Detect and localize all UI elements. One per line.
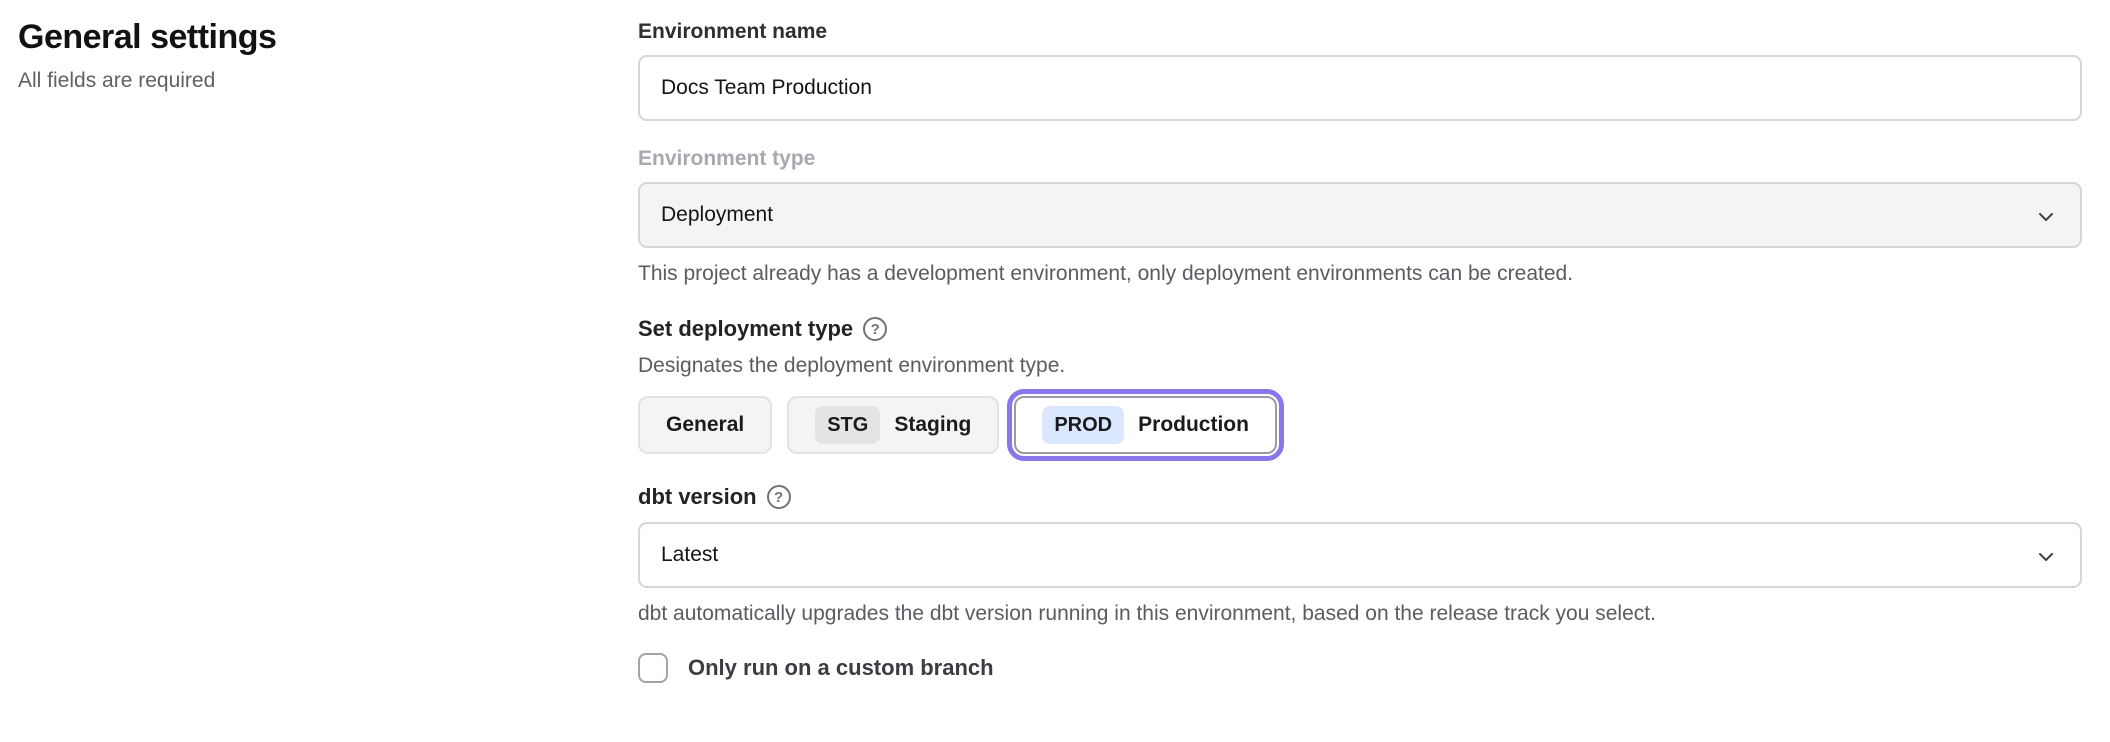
dbt-version-label: dbt version	[638, 484, 757, 510]
deployment-type-button-group: General STG Staging PROD Production	[638, 396, 2082, 454]
dbt-version-label-row: dbt version ?	[638, 484, 2082, 510]
production-badge: PROD	[1042, 406, 1124, 444]
dbt-version-field: dbt version ? Latest dbt automatically u…	[638, 484, 2082, 626]
deployment-type-production-button[interactable]: PROD Production	[1014, 396, 1277, 454]
environment-type-field: Environment type Deployment This project…	[638, 147, 2082, 286]
custom-branch-checkbox[interactable]	[638, 653, 668, 683]
environment-name-field: Environment name	[638, 20, 2082, 121]
staging-badge: STG	[815, 406, 880, 444]
environment-name-input[interactable]	[638, 55, 2082, 121]
general-settings-page: General settings All fields are required…	[0, 0, 2110, 742]
dbt-version-helper: dbt automatically upgrades the dbt versi…	[638, 602, 2082, 626]
deployment-type-staging-button[interactable]: STG Staging	[787, 396, 999, 454]
custom-branch-row: Only run on a custom branch	[638, 653, 2082, 683]
environment-type-selected-value: Deployment	[661, 203, 773, 227]
deployment-type-production-label: Production	[1138, 413, 1249, 437]
environment-type-select: Deployment	[638, 182, 2082, 248]
deployment-type-general-button[interactable]: General	[638, 396, 772, 454]
page-subtitle: All fields are required	[18, 69, 578, 93]
help-icon[interactable]: ?	[767, 485, 791, 509]
deployment-type-label-row: Set deployment type ?	[638, 316, 2082, 342]
environment-type-helper: This project already has a development e…	[638, 262, 2082, 286]
deployment-type-label: Set deployment type	[638, 316, 853, 342]
page-title: General settings	[18, 18, 578, 57]
environment-name-label: Environment name	[638, 20, 2082, 44]
environment-type-label: Environment type	[638, 147, 2082, 171]
deployment-type-field: Set deployment type ? Designates the dep…	[638, 316, 2082, 454]
dbt-version-selected-value: Latest	[661, 543, 718, 567]
deployment-type-staging-label: Staging	[894, 413, 971, 437]
settings-form: Environment name Environment type Deploy…	[638, 20, 2082, 683]
deployment-type-general-label: General	[666, 413, 744, 437]
deployment-type-description: Designates the deployment environment ty…	[638, 354, 2082, 378]
settings-header: General settings All fields are required	[18, 18, 578, 93]
chevron-down-icon	[2034, 545, 2058, 575]
help-icon[interactable]: ?	[863, 317, 887, 341]
dbt-version-select[interactable]: Latest	[638, 522, 2082, 588]
chevron-down-icon	[2034, 205, 2058, 235]
custom-branch-label[interactable]: Only run on a custom branch	[688, 655, 994, 681]
